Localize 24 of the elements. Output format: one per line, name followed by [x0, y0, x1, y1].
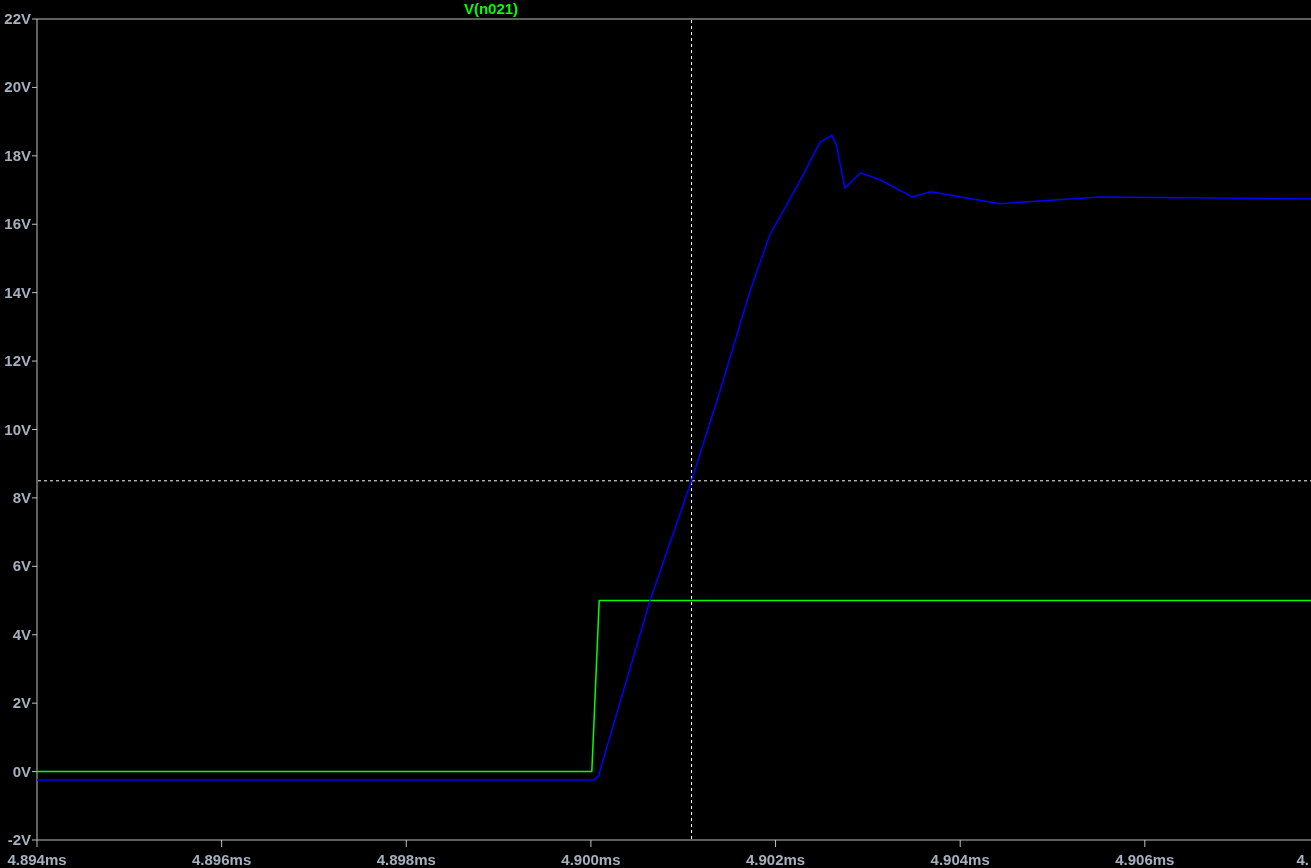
y-axis-label: 0V [12, 762, 31, 780]
y-axis-label: 12V [4, 352, 31, 370]
y-axis-label: 4V [12, 625, 31, 643]
y-axis-label: 20V [4, 78, 31, 96]
x-axis-label: 4.906ms [1115, 851, 1175, 868]
x-axis-label: 4.904ms [930, 851, 990, 868]
y-axis-label: 18V [4, 146, 31, 164]
y-axis-label: 14V [4, 283, 31, 301]
y-axis-label: -2V [7, 831, 31, 848]
y-axis-label: 16V [4, 215, 31, 233]
y-axis-label: 8V [12, 488, 31, 506]
x-axis-label: 4.894ms [7, 851, 67, 868]
x-axis-label: 4.896ms [192, 851, 252, 868]
x-axis-label: 4. [1296, 851, 1309, 868]
x-axis-label: 4.898ms [376, 851, 436, 868]
y-axis-label: 10V [4, 420, 31, 438]
cursor-vertical-line[interactable] [691, 19, 693, 840]
y-axis-label: 22V [4, 10, 31, 27]
y-axis-label: 6V [12, 557, 31, 575]
x-axis-label: 4.902ms [745, 851, 806, 868]
y-axis-label: 2V [12, 694, 31, 712]
cursor-horizontal-line[interactable] [37, 480, 1311, 482]
trace-label[interactable]: V(n021) [463, 0, 519, 17]
x-axis-label: 4.900ms [561, 851, 621, 868]
